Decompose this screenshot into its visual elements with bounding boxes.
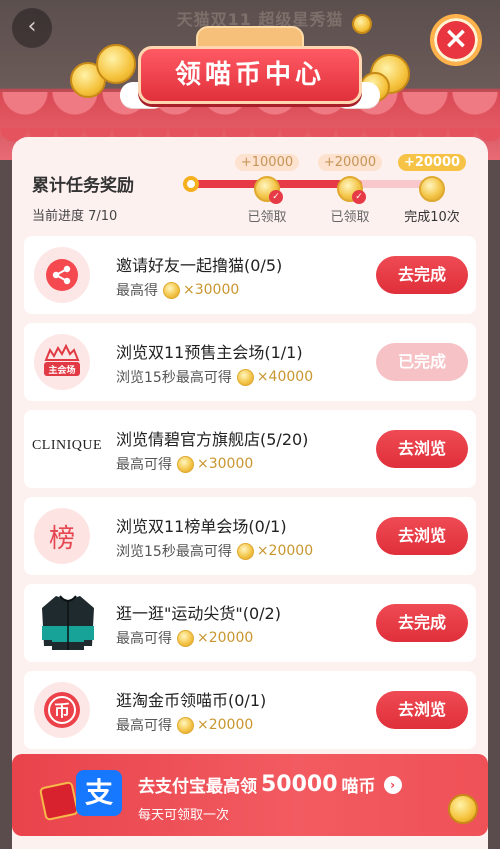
coin-icon xyxy=(163,281,180,299)
close-button[interactable]: × xyxy=(430,14,482,66)
arrow-right-icon: › xyxy=(383,775,402,794)
close-icon: × xyxy=(443,21,469,56)
reward-amount: ×20000 xyxy=(197,717,254,733)
reward-prefix: 最高可得 xyxy=(116,631,172,647)
venue-icon: 主会场 xyxy=(34,334,90,390)
reward-prefix: 最高可得 xyxy=(116,718,172,734)
milestone-reward: +20000 xyxy=(317,154,383,171)
alipay-title-suffix: 喵币 xyxy=(341,777,376,797)
coin-icon xyxy=(177,455,194,473)
taobao-coin-icon: 币 xyxy=(34,682,90,738)
coin-icon: ✓ xyxy=(254,176,283,204)
task-action-button[interactable]: 去浏览 xyxy=(376,691,468,729)
task-reward: 最高可得 ×20000 xyxy=(116,715,253,735)
task-item: 主会场 浏览双11预售主会场(1/1) 浏览15秒最高可得 ×40000 已完成 xyxy=(24,323,476,401)
task-card: 累计任务奖励 当前进度 7/10 +10000 ✓ 已领取 +20000 ✓ 已… xyxy=(12,137,488,849)
check-icon: ✓ xyxy=(352,190,366,204)
svg-text:币: 币 xyxy=(54,701,70,720)
task-title: 浏览倩碧官方旗舰店(5/20) xyxy=(116,430,309,449)
task-reward: 浏览15秒最高可得 ×40000 xyxy=(116,367,313,387)
reward-amount: ×30000 xyxy=(197,456,254,472)
back-icon: ‹ xyxy=(27,14,37,39)
share-icon xyxy=(34,247,90,303)
coin-decoration xyxy=(448,794,478,824)
alipay-title: 去支付宝最高领 50000 喵币 › xyxy=(138,772,402,797)
reward-prefix: 最高可得 xyxy=(116,457,172,473)
progress-title: 累计任务奖励 xyxy=(32,176,134,196)
task-title: 逛一逛"运动尖货"(0/2) xyxy=(116,604,281,623)
reward-amount: ×20000 xyxy=(197,630,254,646)
alipay-logo: 支 xyxy=(76,770,122,816)
task-reward: 浏览15秒最高可得 ×20000 xyxy=(116,541,313,561)
task-title: 邀请好友一起撸猫(0/5) xyxy=(116,256,283,275)
milestone-label: 已领取 xyxy=(247,210,287,225)
task-item: 逛一逛"运动尖货"(0/2) 最高可得 ×20000 去完成 xyxy=(24,584,476,662)
coin-icon xyxy=(419,176,445,202)
svg-text:主会场: 主会场 xyxy=(48,364,75,376)
coin-icon xyxy=(177,629,194,647)
red-envelope-icon xyxy=(38,780,80,822)
coin-decoration xyxy=(96,44,136,84)
progress-count: 当前进度 7/10 xyxy=(32,209,118,224)
coin-icon xyxy=(177,716,194,734)
ranking-glyph: 榜 xyxy=(48,523,75,554)
milestone-reward: +10000 xyxy=(234,154,300,171)
reward-prefix: 浏览15秒最高可得 xyxy=(116,370,232,386)
task-action-button[interactable]: 去完成 xyxy=(376,604,468,642)
jacket-image xyxy=(38,592,98,654)
alipay-banner[interactable]: 支 去支付宝最高领 50000 喵币 › 每天可领取一次 xyxy=(12,754,488,836)
reward-amount: ×30000 xyxy=(183,282,240,298)
milestone-1[interactable]: +10000 ✓ 已领取 xyxy=(227,151,307,225)
ranking-icon: 榜 xyxy=(34,508,90,564)
banner-title: 领喵币中心 xyxy=(138,46,362,104)
task-reward: 最高可得 ×30000 xyxy=(116,454,253,474)
milestone-label: 已领取 xyxy=(330,210,370,225)
back-button[interactable]: ‹ xyxy=(12,8,52,48)
reward-amount: ×40000 xyxy=(256,369,314,385)
reward-prefix: 浏览15秒最高可得 xyxy=(116,544,232,560)
task-title: 浏览双11预售主会场(1/1) xyxy=(116,343,303,362)
coin-icon xyxy=(236,368,254,386)
coin-decoration xyxy=(352,14,372,34)
clinique-logo: CLINIQUE xyxy=(31,438,103,453)
reward-prefix: 最高得 xyxy=(116,283,158,299)
coin-icon xyxy=(236,542,254,560)
task-title: 浏览双11榜单会场(0/1) xyxy=(116,517,287,536)
alipay-title-amount: 50000 xyxy=(261,772,338,797)
reward-amount: ×20000 xyxy=(256,543,314,559)
progress-section: 累计任务奖励 当前进度 7/10 +10000 ✓ 已领取 +20000 ✓ 已… xyxy=(12,137,488,232)
task-item: 邀请好友一起撸猫(0/5) 最高得 ×30000 去完成 xyxy=(24,236,476,314)
task-item: 榜 浏览双11榜单会场(0/1) 浏览15秒最高可得 ×20000 去浏览 xyxy=(24,497,476,575)
task-title: 逛淘金币领喵币(0/1) xyxy=(116,691,267,710)
milestone-2[interactable]: +20000 ✓ 已领取 xyxy=(310,151,390,225)
alipay-subtitle: 每天可领取一次 xyxy=(138,808,230,823)
task-item: 币 逛淘金币领喵币(0/1) 最高可得 ×20000 去浏览 xyxy=(24,671,476,749)
task-action-button[interactable]: 去浏览 xyxy=(376,517,468,555)
task-reward: 最高可得 ×20000 xyxy=(116,628,253,648)
progress-start-dot xyxy=(183,176,199,192)
task-completed-button[interactable]: 已完成 xyxy=(376,343,468,381)
milestone-label: 完成10次 xyxy=(404,210,460,225)
task-reward: 最高得 ×30000 xyxy=(116,280,239,300)
check-icon: ✓ xyxy=(269,190,283,204)
task-action-button[interactable]: 去完成 xyxy=(376,256,468,294)
coin-icon: ✓ xyxy=(337,176,366,204)
milestone-reward: +20000 xyxy=(397,154,467,171)
milestone-3[interactable]: +20000 完成10次 xyxy=(392,151,472,225)
alipay-title-prefix: 去支付宝最高领 xyxy=(138,777,257,797)
task-item: CLINIQUE 浏览倩碧官方旗舰店(5/20) 最高可得 ×30000 去浏览 xyxy=(24,410,476,488)
task-action-button[interactable]: 去浏览 xyxy=(376,430,468,468)
